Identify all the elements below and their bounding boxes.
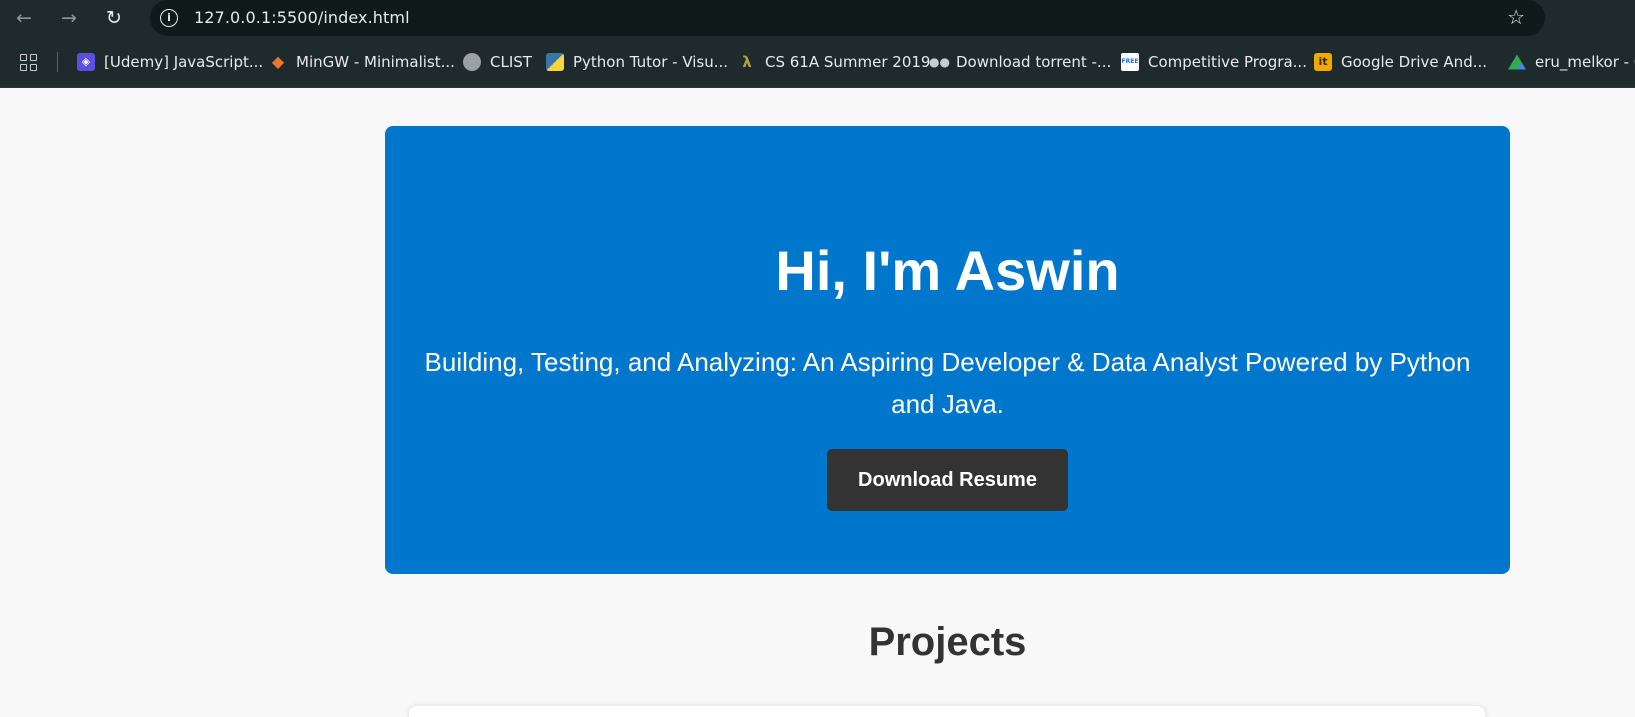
bookmark-eru-melkor[interactable]: eru_melkor - Go (1508, 50, 1635, 74)
bookmark-download-torrent[interactable]: ●● Download torrent -... (929, 50, 1111, 74)
bookmark-udemy[interactable]: ◈ [Udemy] JavaScript... (77, 50, 263, 74)
globe-icon (463, 53, 481, 71)
udemy-icon: ◈ (77, 53, 95, 71)
it-icon: it (1314, 53, 1332, 71)
glasses-icon: ●● (929, 55, 950, 69)
hero-tagline: Building, Testing, and Analyzing: An Asp… (424, 347, 1471, 419)
bookmark-star-icon[interactable]: ☆ (1507, 5, 1525, 29)
bookmark-label: Python Tutor - Visu... (573, 53, 729, 71)
bookmarks-divider (57, 52, 58, 72)
bookmark-label: [Udemy] JavaScript... (104, 53, 264, 71)
google-drive-icon (1508, 54, 1526, 70)
python-icon (546, 53, 564, 71)
bookmark-mingw[interactable]: ◆ MinGW - Minimalist... (269, 50, 455, 74)
bookmark-label: Google Drive And... (1341, 53, 1488, 71)
bookmarks-bar: ◈ [Udemy] JavaScript... ◆ MinGW - Minima… (0, 36, 1635, 88)
mingw-icon: ◆ (271, 52, 285, 71)
back-arrow-icon[interactable]: ← (11, 6, 37, 30)
bookmark-python-tutor[interactable]: Python Tutor - Visu... (546, 50, 728, 74)
bookmark-label: CLIST (490, 53, 532, 71)
bookmark-competitive-programming[interactable]: FREE Competitive Progra... (1121, 50, 1307, 74)
project-card (409, 706, 1485, 717)
hero-section: Hi, I'm Aswin Building, Testing, and Ana… (385, 126, 1510, 574)
address-bar[interactable]: i 127.0.0.1:5500/index.html ☆ (150, 0, 1545, 36)
browser-toolbar: ← → ↻ i 127.0.0.1:5500/index.html ☆ (0, 0, 1635, 36)
bookmark-label: Competitive Progra... (1148, 53, 1307, 71)
apps-grid-icon[interactable] (20, 54, 38, 72)
bookmark-label: CS 61A Summer 2019 (765, 53, 931, 71)
reload-icon[interactable]: ↻ (101, 6, 127, 30)
bookmark-label: eru_melkor - Go (1535, 53, 1635, 71)
bookmark-label: MinGW - Minimalist... (296, 53, 455, 71)
forward-arrow-icon[interactable]: → (56, 6, 82, 30)
bookmark-cs61a[interactable]: λ CS 61A Summer 2019 (738, 50, 930, 74)
bookmark-label: Download torrent -... (956, 53, 1112, 71)
bookmark-google-drive-and[interactable]: it Google Drive And... (1314, 50, 1487, 74)
bookmark-clist[interactable]: CLIST (463, 50, 532, 74)
url-text[interactable]: 127.0.0.1:5500/index.html (194, 8, 410, 27)
site-info-icon[interactable]: i (160, 9, 178, 27)
free-badge-icon: FREE (1121, 53, 1139, 71)
projects-heading: Projects (868, 620, 1027, 664)
lambda-icon: λ (742, 53, 752, 71)
hero-title: Hi, I'm Aswin (775, 239, 1120, 302)
download-resume-button[interactable]: Download Resume (827, 449, 1068, 511)
